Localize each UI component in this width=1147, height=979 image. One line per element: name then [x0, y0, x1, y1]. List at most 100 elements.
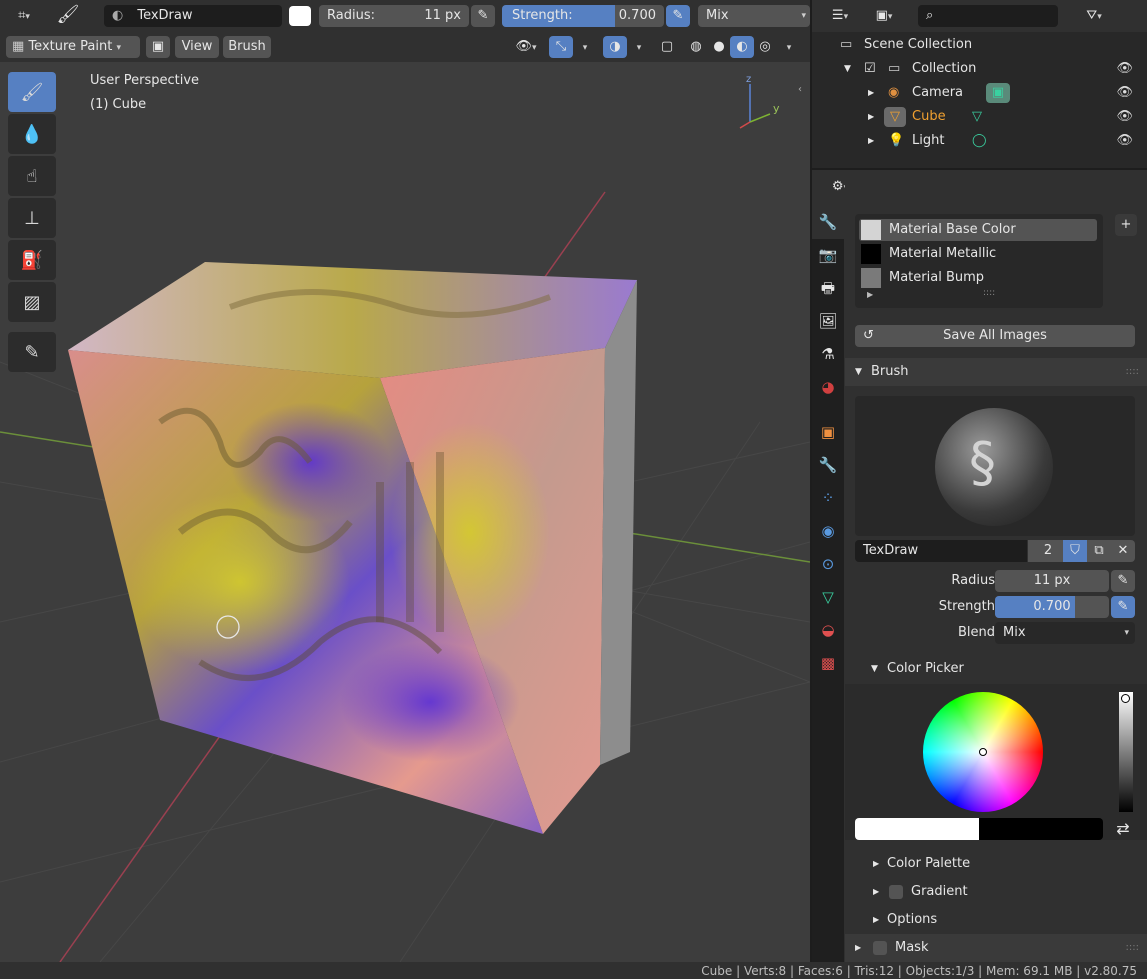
expand-arrow-icon[interactable]: ▶: [868, 81, 874, 105]
rendered-shading-icon[interactable]: ◎: [753, 36, 777, 58]
fake-user-shield-icon[interactable]: ⛉: [1063, 540, 1087, 562]
brush-menu[interactable]: Brush: [223, 36, 271, 58]
header-radius-field[interactable]: Radius: 11 px: [319, 5, 469, 27]
blend-dropdown[interactable]: Mix ▾: [995, 622, 1135, 644]
blend-mode-dropdown[interactable]: Mix ▾: [698, 5, 810, 27]
color-wheel[interactable]: [923, 692, 1043, 812]
expand-arrow-icon[interactable]: ▶: [868, 129, 874, 153]
shading-dropdown[interactable]: ▾: [777, 36, 801, 58]
checkbox-icon[interactable]: ☑: [864, 57, 876, 81]
constraints-tab-icon[interactable]: ⊙: [812, 548, 844, 581]
outliner-row-collection[interactable]: ▼ ☑ ▭ Collection 👁: [812, 57, 1147, 81]
gradient-checkbox[interactable]: [889, 885, 903, 899]
radius-pressure-icon[interactable]: ✎: [471, 5, 495, 27]
drag-handle-icon[interactable]: ::::: [1126, 358, 1139, 386]
mesh-data-icon[interactable]: ▽: [972, 105, 982, 129]
collapse-sidebar-icon[interactable]: ‹: [798, 84, 802, 95]
overlays-icon[interactable]: ◑: [603, 36, 627, 58]
brush-color-swatch[interactable]: [289, 6, 311, 26]
material-shading-icon[interactable]: ◐: [730, 36, 754, 58]
tool-tab-icon[interactable]: 🔧: [812, 206, 844, 239]
outliner-row-light[interactable]: ▶ 💡 Light ◯ 👁: [812, 129, 1147, 153]
color-wheel-cursor[interactable]: [979, 748, 987, 756]
mode-selector[interactable]: ▦ Texture Paint ▾: [6, 36, 140, 58]
eye-icon[interactable]: 👁: [1116, 81, 1133, 105]
drag-handle-icon[interactable]: ::::: [1126, 934, 1139, 962]
solid-shading-icon[interactable]: ●: [707, 36, 731, 58]
soften-tool-icon[interactable]: 💧: [8, 114, 56, 154]
resize-handle-icon[interactable]: ::::: [983, 288, 995, 298]
gizmo-dropdown[interactable]: ▾: [573, 36, 597, 58]
eye-icon[interactable]: 👁: [1116, 105, 1133, 129]
eye-icon[interactable]: 👁: [1116, 57, 1133, 81]
outliner-row-cube[interactable]: ▶ ▽ Cube ▽ 👁: [812, 105, 1147, 129]
display-mode-icon[interactable]: ▣▾: [866, 5, 902, 27]
fill-tool-icon[interactable]: ⛽: [8, 240, 56, 280]
unlink-brush-icon[interactable]: ✕: [1111, 540, 1135, 562]
expand-arrow-icon[interactable]: ▶: [868, 105, 874, 129]
slot-base-color[interactable]: Material Base Color: [889, 220, 1016, 240]
swap-colors-icon[interactable]: ⇄: [1111, 818, 1135, 840]
value-slider-handle[interactable]: [1121, 694, 1130, 703]
radius-pressure-icon[interactable]: ✎: [1111, 570, 1135, 592]
brush-users-count[interactable]: 2: [1028, 540, 1068, 562]
wireframe-shading-icon[interactable]: ◍: [684, 36, 708, 58]
visibility-icon[interactable]: 👁▾: [508, 36, 544, 58]
view-layer-tab-icon[interactable]: 🖼: [812, 305, 844, 338]
mask-tool-icon[interactable]: ▨: [8, 282, 56, 322]
particles-tab-icon[interactable]: ⁘: [812, 482, 844, 515]
filter-icon[interactable]: ⛛▾: [1076, 5, 1112, 27]
mask-mode-icon[interactable]: ▣: [146, 36, 170, 58]
header-strength-field[interactable]: Strength: 0.700: [502, 5, 664, 27]
primary-color-swatch[interactable]: [855, 818, 979, 840]
view-menu[interactable]: View: [175, 36, 219, 58]
data-tab-icon[interactable]: ▽: [812, 581, 844, 614]
strength-slider[interactable]: 0.700: [995, 596, 1109, 618]
world-tab-icon[interactable]: ◕: [812, 371, 844, 404]
duplicate-brush-icon[interactable]: ⧉: [1087, 540, 1111, 562]
color-picker-header[interactable]: ▼ Color Picker: [871, 655, 1131, 683]
brush-preview-box[interactable]: §: [855, 396, 1135, 536]
add-slot-button[interactable]: +: [1115, 214, 1137, 236]
outliner-row-scene-collection[interactable]: ▭ Scene Collection: [812, 33, 1147, 57]
mask-panel-header[interactable]: ▶ Mask ::::: [845, 934, 1147, 962]
material-tab-icon[interactable]: ◒: [812, 614, 844, 647]
object-tab-icon[interactable]: ▣: [812, 416, 844, 449]
physics-tab-icon[interactable]: ◉: [812, 515, 844, 548]
strength-pressure-icon[interactable]: ✎: [1111, 596, 1135, 618]
clone-tool-icon[interactable]: ⊥: [8, 198, 56, 238]
slot-metallic[interactable]: Material Metallic: [889, 244, 996, 264]
brush-name-field[interactable]: TexDraw: [855, 540, 1027, 562]
options-header[interactable]: ▶ Options: [871, 906, 1131, 934]
modifier-tab-icon[interactable]: 🔧: [812, 449, 844, 482]
annotate-tool-icon[interactable]: ✎: [8, 332, 56, 372]
texture-tab-icon[interactable]: ▩: [812, 647, 844, 680]
save-all-images-button[interactable]: ↺ Save All Images: [855, 325, 1135, 347]
render-tab-icon[interactable]: 📷: [812, 239, 844, 272]
outliner-row-camera[interactable]: ▶ ◉ Camera ▣ 👁: [812, 81, 1147, 105]
expand-arrow-icon[interactable]: ▶: [867, 290, 873, 299]
secondary-color-swatch[interactable]: [979, 818, 1103, 840]
outliner-editor-type[interactable]: ☰▾: [822, 5, 858, 27]
xray-icon[interactable]: ▢: [655, 36, 679, 58]
brush-panel-header[interactable]: ▼ Brush ::::: [845, 358, 1147, 386]
output-tab-icon[interactable]: 🖶: [812, 272, 844, 305]
mask-checkbox[interactable]: [873, 941, 887, 955]
eye-icon[interactable]: 👁: [1116, 129, 1133, 153]
gizmo-icon[interactable]: ⤡: [549, 36, 573, 58]
light-data-icon[interactable]: ◯: [972, 129, 987, 153]
scene-tab-icon[interactable]: ⚗: [812, 338, 844, 371]
value-slider[interactable]: [1119, 692, 1133, 812]
gradient-header[interactable]: ▶ Gradient: [871, 878, 1131, 906]
radius-slider[interactable]: 11 px: [995, 570, 1109, 592]
color-palette-header[interactable]: ▶ Color Palette: [871, 850, 1131, 878]
editor-type-button[interactable]: ⌗▾: [6, 5, 42, 27]
strength-pressure-icon[interactable]: ✎: [666, 5, 690, 27]
expand-arrow-icon[interactable]: ▼: [844, 57, 851, 81]
draw-tool-icon[interactable]: 🖌: [8, 72, 56, 112]
slot-bump[interactable]: Material Bump: [889, 268, 984, 288]
camera-data-icon[interactable]: ▣: [986, 83, 1010, 103]
outliner-search-input[interactable]: ⌕: [918, 5, 1058, 27]
brush-tool-icon[interactable]: 🖌: [56, 4, 80, 26]
overlays-dropdown[interactable]: ▾: [627, 36, 651, 58]
